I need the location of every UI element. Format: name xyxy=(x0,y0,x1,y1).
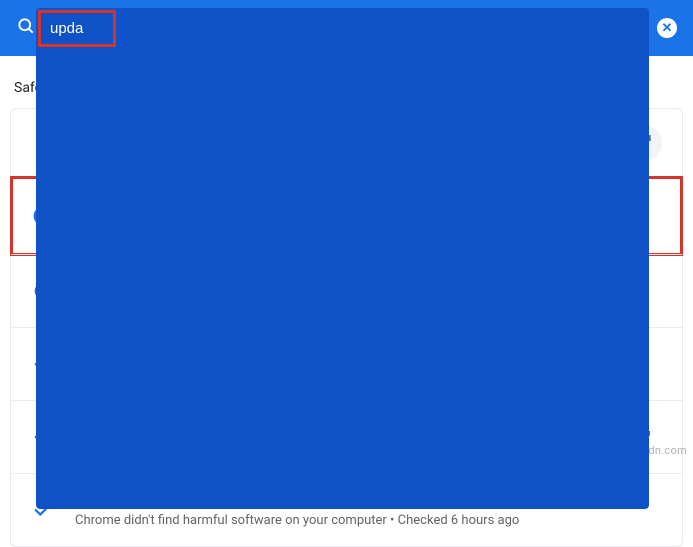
search-icon xyxy=(16,16,36,40)
search-bar-bg xyxy=(36,8,649,509)
clear-search-button[interactable]: ✕ xyxy=(657,18,677,38)
search-input[interactable] xyxy=(50,20,110,37)
row-subtitle: Chrome didn't find harmful software on y… xyxy=(75,512,662,530)
search-input-wrap xyxy=(50,20,110,37)
close-icon: ✕ xyxy=(662,21,673,36)
search-bar: ✕ xyxy=(0,0,693,56)
